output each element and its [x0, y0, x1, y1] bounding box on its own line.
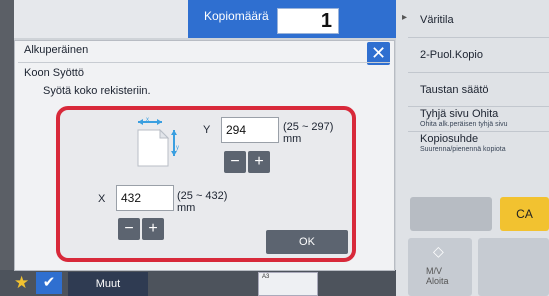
x-label: X: [98, 193, 106, 205]
tray-thumbnail: A3: [258, 272, 318, 296]
setting-copy-ratio[interactable]: Kopiosuhde: [420, 133, 478, 145]
ca-button[interactable]: CA: [500, 197, 549, 231]
dialog-title: Alkuperäinen: [24, 44, 89, 56]
check-icon[interactable]: ✔: [36, 272, 62, 294]
copy-count-label: Kopiomäärä: [204, 9, 269, 23]
divider: [408, 72, 549, 73]
disabled-button: [410, 197, 492, 231]
mono-start-label: M/V Aloita: [426, 266, 449, 286]
section-heading: Koon Syöttö: [24, 67, 84, 79]
color-start-button[interactable]: [478, 238, 549, 296]
setting-color-mode[interactable]: Väritila: [420, 14, 454, 26]
divider: [408, 131, 549, 132]
y-decrease-button[interactable]: −: [224, 151, 246, 173]
y-range: (25 ~ 297) mm: [283, 121, 334, 145]
svg-text:x: x: [146, 117, 149, 123]
x-value-field[interactable]: 432: [116, 185, 174, 211]
y-stepper: − +: [224, 151, 270, 173]
expand-arrow-icon[interactable]: ▸: [402, 12, 407, 23]
setting-duplex-copy[interactable]: 2-Puol.Kopio: [420, 49, 483, 61]
ok-button[interactable]: OK: [266, 230, 348, 254]
more-button[interactable]: Muut: [68, 272, 148, 296]
y-label: Y: [203, 124, 211, 136]
setting-blank-page-skip[interactable]: Tyhjä sivu Ohita: [420, 108, 498, 120]
x-increase-button[interactable]: +: [142, 218, 164, 240]
y-increase-button[interactable]: +: [248, 151, 270, 173]
svg-text:y: y: [176, 145, 179, 151]
y-value-field[interactable]: 294: [221, 117, 279, 143]
instruction-text: Syötä koko rekisteriin.: [43, 85, 151, 97]
favorite-star-icon[interactable]: ★: [14, 273, 29, 293]
x-range: (25 ~ 432) mm: [177, 190, 228, 214]
divider: [408, 106, 549, 107]
divider: [408, 37, 549, 38]
start-diamond-icon: ◇: [433, 243, 444, 259]
setting-blank-page-skip-desc: Ohita alk.peräisen tyhjä sivu: [420, 121, 508, 128]
x-stepper: − +: [118, 218, 164, 240]
left-edge-panel: [0, 0, 14, 296]
dialog-divider: [18, 62, 390, 63]
setting-copy-ratio-desc: Suurenna/pienennä kopiota: [420, 146, 506, 153]
setting-background-adjust[interactable]: Taustan säätö: [420, 84, 489, 96]
paper-size-icon: x y: [137, 117, 179, 167]
x-decrease-button[interactable]: −: [118, 218, 140, 240]
copy-count-field[interactable]: 1: [277, 8, 339, 34]
